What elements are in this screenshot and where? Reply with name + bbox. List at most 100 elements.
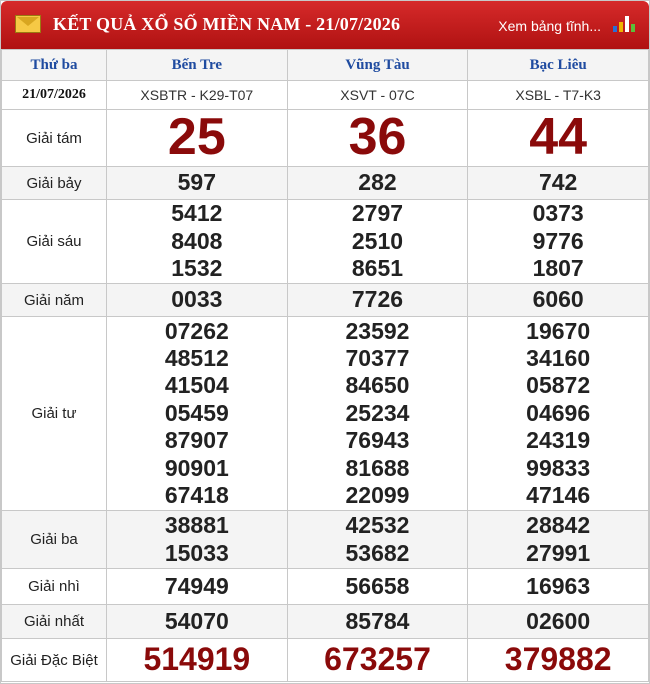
prize-row: Giải sáu 5412 8408 1532 2797 2510 8651 0373 9776… xyxy=(1,199,649,284)
draw-date: 21/07/2026 xyxy=(1,80,107,110)
prize-number: 1532 xyxy=(171,255,223,282)
prize-number: 8651 xyxy=(351,255,404,282)
prize-number: 36 xyxy=(348,108,407,167)
prize-number: 597 xyxy=(177,169,217,196)
bar-chart-icon[interactable] xyxy=(613,14,635,32)
prize-label: Giải tư xyxy=(1,316,107,511)
station-name[interactable]: Bạc Liêu xyxy=(467,49,649,81)
prize-row: Giải bảy 597 282 742 xyxy=(1,166,649,200)
prize-number: 282 xyxy=(358,169,397,196)
station-name[interactable]: Vũng Tàu xyxy=(286,49,469,81)
prize-cell: 44 xyxy=(467,108,649,167)
prize-number: 22099 xyxy=(345,482,410,509)
station-name[interactable]: Bến Tre xyxy=(106,49,288,81)
special-prize-number: 379882 xyxy=(504,641,612,678)
prize-number: 34160 xyxy=(526,344,591,371)
prize-number: 67418 xyxy=(164,482,229,509)
prize-cell: 25 xyxy=(106,108,288,167)
prize-number: 85784 xyxy=(345,607,410,634)
prize-number: 16963 xyxy=(526,572,591,599)
prize-number: 38881 xyxy=(164,512,229,539)
prize-cell: 19670 34160 05872 04696 24319 99833 47146 xyxy=(467,316,649,511)
envelope-icon xyxy=(15,15,41,33)
prize-label: Giải sáu xyxy=(1,199,107,284)
prize-cell: 74949 xyxy=(106,568,288,605)
prize-cell: 2797 2510 8651 xyxy=(286,199,469,284)
prize-number: 05459 xyxy=(164,399,229,426)
prize-number: 28842 xyxy=(526,512,591,539)
prize-cell: 23592 70377 84650 25234 76943 81688 22099 xyxy=(286,316,469,511)
static-table-link[interactable]: Xem bảng tĩnh... xyxy=(498,18,601,34)
header-bar: KẾT QUẢ XỔ SỐ MIỀN NAM - 21/07/2026 Xem … xyxy=(1,1,649,49)
special-prize-number: 673257 xyxy=(324,641,431,678)
prize-row: Giải năm 0033 7726 6060 xyxy=(1,283,649,317)
station-code: XSBTR - K29-T07 xyxy=(106,80,288,110)
station-code: XSBL - T7-K3 xyxy=(467,80,649,110)
prize-number: 74949 xyxy=(164,572,229,599)
prize-label: Giải bảy xyxy=(1,166,107,200)
prize-label: Giải nhì xyxy=(1,568,107,605)
prize-number: 41504 xyxy=(164,372,229,399)
prize-rows: Giải tám 25 36 44 Giải bảy 597 282 742 Giải sáu 5… xyxy=(1,108,649,682)
date-row: 21/07/2026 XSBTR - K29-T07 XSVT - 07C XS… xyxy=(1,80,649,110)
prize-number: 23592 xyxy=(345,317,410,344)
prize-cell: 379882 xyxy=(467,638,649,682)
prize-cell: 7726 xyxy=(286,283,469,317)
prize-cell: 282 xyxy=(286,166,469,200)
page-title: KẾT QUẢ XỔ SỐ MIỀN NAM - 21/07/2026 xyxy=(53,14,401,34)
prize-cell: 0373 9776 1807 xyxy=(467,199,649,284)
prize-number: 2797 xyxy=(351,200,404,227)
prize-cell: 56658 xyxy=(286,568,469,605)
prize-label: Giải tám xyxy=(1,109,107,167)
prize-cell: 514919 xyxy=(106,638,288,682)
prize-number: 25 xyxy=(167,108,226,167)
prize-cell: 6060 xyxy=(467,283,649,317)
prize-number: 6060 xyxy=(532,286,584,313)
prize-cell: 38881 15033 xyxy=(106,510,288,569)
prize-number: 53682 xyxy=(345,539,410,566)
prize-number: 5412 xyxy=(171,200,223,227)
prize-cell: 02600 xyxy=(467,604,649,639)
prize-cell: 0033 xyxy=(106,283,288,317)
prize-number: 44 xyxy=(529,108,588,167)
prize-row: Giải tám 25 36 44 xyxy=(1,108,649,167)
prize-number: 1807 xyxy=(532,255,584,282)
prize-row: Giải nhì 74949 56658 16963 xyxy=(1,568,649,605)
special-prize-number: 514919 xyxy=(143,641,251,678)
prize-cell: 5412 8408 1532 xyxy=(106,199,288,284)
prize-number: 54070 xyxy=(164,607,229,634)
prize-cell: 54070 xyxy=(106,604,288,639)
prize-number: 742 xyxy=(538,169,578,196)
prize-cell: 742 xyxy=(467,166,649,200)
prize-label: Giải Đặc Biệt xyxy=(1,638,107,682)
prize-label: Giải ba xyxy=(1,510,107,569)
prize-number: 02600 xyxy=(526,607,591,634)
prize-number: 0373 xyxy=(532,200,584,227)
prize-number: 76943 xyxy=(345,427,410,454)
prize-number: 04696 xyxy=(526,399,591,426)
prize-row: Giải ba 38881 15033 42532 53682 28842 27991 xyxy=(1,510,649,569)
prize-number: 84650 xyxy=(345,372,410,399)
prize-number: 90901 xyxy=(164,454,229,481)
prize-number: 24319 xyxy=(526,427,591,454)
prize-number: 48512 xyxy=(164,344,229,371)
prize-number: 07262 xyxy=(164,317,229,344)
prize-number: 15033 xyxy=(164,539,229,566)
prize-number: 8408 xyxy=(171,227,223,254)
prize-cell: 85784 xyxy=(286,604,469,639)
prize-cell: 673257 xyxy=(286,638,469,682)
prize-number: 81688 xyxy=(345,454,410,481)
weekday-label: Thứ ba xyxy=(1,49,107,81)
prize-cell: 36 xyxy=(286,108,469,167)
prize-number: 99833 xyxy=(526,454,591,481)
prize-number: 87907 xyxy=(164,427,229,454)
prize-label: Giải nhất xyxy=(1,604,107,639)
prize-cell: 42532 53682 xyxy=(286,510,469,569)
lottery-results-panel: KẾT QUẢ XỔ SỐ MIỀN NAM - 21/07/2026 Xem … xyxy=(0,0,650,684)
prize-number: 7726 xyxy=(351,286,404,313)
prize-row: Giải Đặc Biệt 514919 673257 379882 xyxy=(1,638,649,682)
prize-number: 70377 xyxy=(345,344,410,371)
prize-number: 27991 xyxy=(526,539,591,566)
prize-number: 42532 xyxy=(345,512,410,539)
prize-label: Giải năm xyxy=(1,283,107,317)
